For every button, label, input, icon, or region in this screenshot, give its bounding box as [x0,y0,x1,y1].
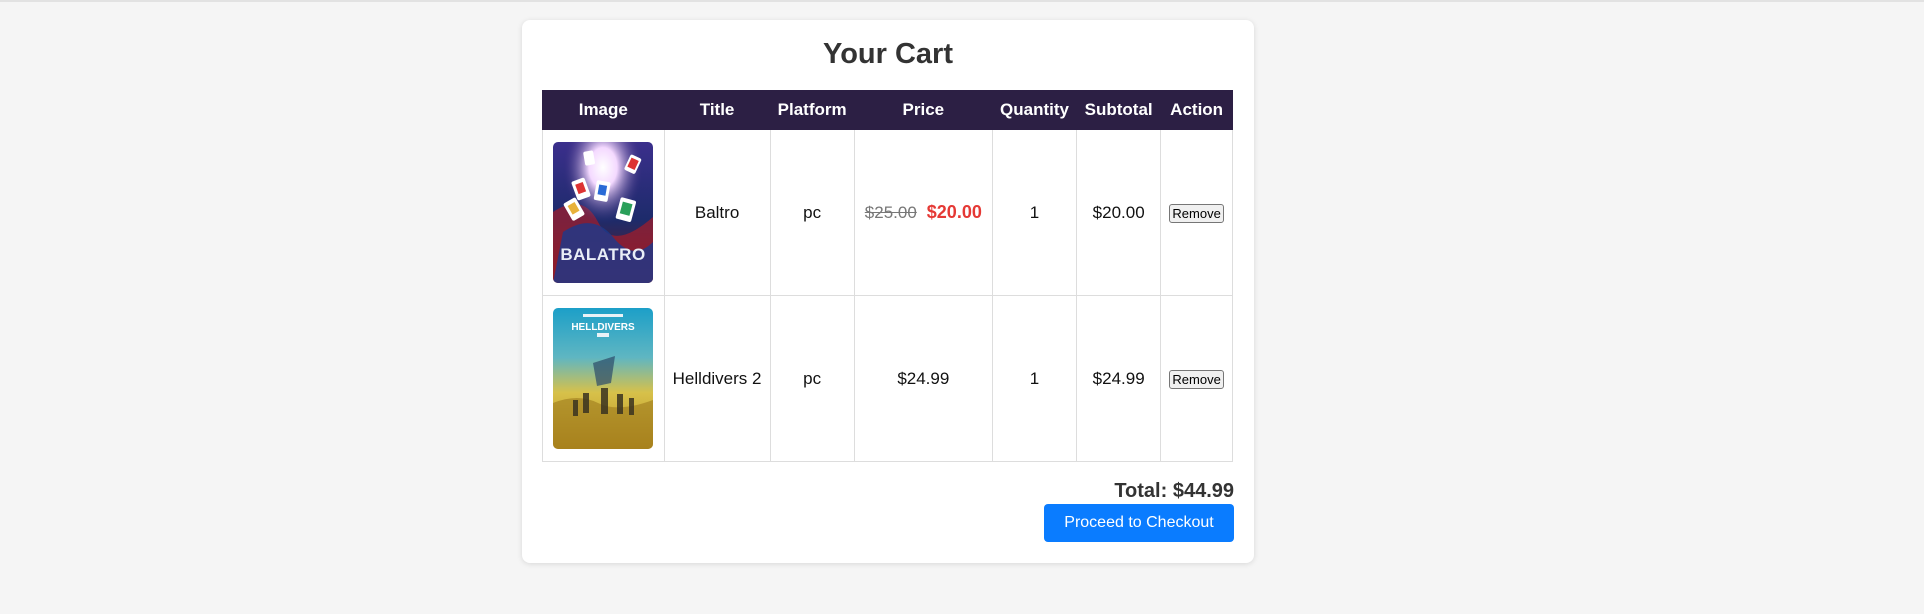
item-subtotal: $20.00 [1076,129,1162,296]
top-divider [0,0,1924,2]
item-image-cell: HELLDIVERS [542,295,665,462]
item-price-cell: $25.00 $20.00 [853,129,993,296]
remove-button[interactable]: Remove [1169,369,1224,389]
balatro-cover-text: BALATRO [561,245,646,264]
column-header-platform: Platform [769,90,855,130]
item-image-cell: BALATRO [542,129,665,296]
item-price: $24.99 [853,295,993,462]
page-title: Your Cart [823,38,953,70]
column-header-quantity: Quantity [991,90,1078,130]
column-header-action: Action [1160,90,1233,130]
item-platform: pc [769,129,855,296]
table-row: HELLDIVERS Helldivers 2 pc $24.99 1 $24.… [542,295,1233,462]
cart-table: Image Title Platform Price Quantity Subt… [542,90,1233,462]
cart-total: Total: $44.99 [1114,480,1234,502]
item-action-cell: Remove [1160,129,1233,296]
balatro-cover-image: BALATRO [553,142,654,283]
item-quantity: 1 [991,295,1078,462]
item-title: Baltro [663,129,771,296]
column-header-price: Price [853,90,993,130]
item-quantity: 1 [991,129,1078,296]
original-price: $25.00 [864,203,917,222]
table-header-row: Image Title Platform Price Quantity Subt… [542,90,1233,130]
table-row: BALATRO Baltro pc $25.00 $20.00 1 $20.00 … [542,129,1233,296]
helldivers-cover-text: HELLDIVERS [572,322,636,333]
column-header-subtotal: Subtotal [1076,90,1162,130]
sale-price: $20.00 [926,202,982,222]
column-header-title: Title [663,90,771,130]
item-title: Helldivers 2 [663,295,771,462]
item-subtotal: $24.99 [1076,295,1162,462]
remove-button[interactable]: Remove [1169,203,1224,223]
helldivers-cover-image: HELLDIVERS [553,308,654,449]
item-platform: pc [769,295,855,462]
item-action-cell: Remove [1160,295,1233,462]
proceed-to-checkout-button[interactable]: Proceed to Checkout [1044,504,1234,542]
cart-panel: Your Cart Image Title Platform Price Qua… [522,20,1254,563]
column-header-image: Image [542,90,665,130]
